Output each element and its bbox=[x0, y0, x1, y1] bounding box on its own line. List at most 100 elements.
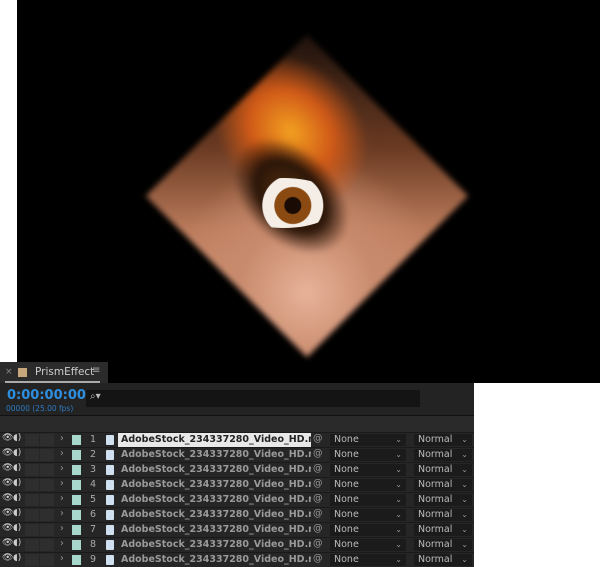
layer-row[interactable]: 👁 ◖) › 7 AdobeStock_234337280_Video_HD.m… bbox=[0, 522, 474, 537]
solo-toggle[interactable] bbox=[25, 479, 39, 491]
track-matte-dropdown[interactable]: None ⌄ bbox=[330, 479, 406, 491]
layer-row[interactable]: 👁 ◖) › 3 AdobeStock_234337280_Video_HD.m… bbox=[0, 462, 474, 477]
expand-chevron-icon[interactable]: › bbox=[60, 463, 64, 474]
visibility-eye-icon[interactable]: 👁 bbox=[2, 493, 13, 503]
blend-mode-dropdown[interactable]: Normal ⌄ bbox=[414, 449, 472, 461]
layer-row[interactable]: 👁 ◖) › 1 AdobeStock_234337280_Video_HD.m… bbox=[0, 432, 474, 447]
expand-chevron-icon[interactable]: › bbox=[60, 553, 64, 564]
lock-toggle[interactable] bbox=[40, 464, 54, 476]
track-matte-dropdown[interactable]: None ⌄ bbox=[330, 524, 406, 536]
visibility-eye-icon[interactable]: 👁 bbox=[2, 448, 13, 458]
layer-row[interactable]: 👁 ◖) › 6 AdobeStock_234337280_Video_HD.m… bbox=[0, 507, 474, 522]
pickwhip-icon[interactable]: @ bbox=[313, 553, 323, 564]
visibility-eye-icon[interactable]: 👁 bbox=[2, 478, 13, 488]
layer-name[interactable]: AdobeStock_234337280_Video_HD.mp4 bbox=[118, 448, 311, 462]
expand-chevron-icon[interactable]: › bbox=[60, 493, 64, 504]
layer-name[interactable]: AdobeStock_234337280_Video_HD.mp4 bbox=[118, 508, 311, 522]
blend-mode-dropdown[interactable]: Normal ⌄ bbox=[414, 464, 472, 476]
menu-icon[interactable]: ≡ bbox=[92, 365, 100, 376]
blend-mode-dropdown[interactable]: Normal ⌄ bbox=[414, 434, 472, 446]
pickwhip-icon[interactable]: @ bbox=[313, 478, 323, 489]
label-color[interactable] bbox=[72, 525, 81, 535]
track-matte-dropdown[interactable]: None ⌄ bbox=[330, 554, 406, 566]
audio-icon[interactable]: ◖) bbox=[13, 478, 21, 488]
lock-toggle[interactable] bbox=[40, 509, 54, 521]
composition-viewer[interactable] bbox=[17, 0, 600, 383]
lock-toggle[interactable] bbox=[40, 524, 54, 536]
expand-chevron-icon[interactable]: › bbox=[60, 433, 64, 444]
visibility-eye-icon[interactable]: 👁 bbox=[2, 463, 13, 473]
close-icon[interactable]: × bbox=[5, 367, 13, 377]
pickwhip-icon[interactable]: @ bbox=[313, 493, 323, 504]
layer-row[interactable]: 👁 ◖) › 8 AdobeStock_234337280_Video_HD.m… bbox=[0, 537, 474, 552]
layer-row[interactable]: 👁 ◖) › 4 AdobeStock_234337280_Video_HD.m… bbox=[0, 477, 474, 492]
blend-mode-dropdown[interactable]: Normal ⌄ bbox=[414, 539, 472, 551]
layer-row[interactable]: 👁 ◖) › 5 AdobeStock_234337280_Video_HD.m… bbox=[0, 492, 474, 507]
solo-toggle[interactable] bbox=[25, 494, 39, 506]
expand-chevron-icon[interactable]: › bbox=[60, 538, 64, 549]
layer-name[interactable]: AdobeStock_234337280_Video_HD.mp4 bbox=[118, 463, 311, 477]
track-matte-dropdown[interactable]: None ⌄ bbox=[330, 539, 406, 551]
blend-mode-dropdown[interactable]: Normal ⌄ bbox=[414, 509, 472, 521]
audio-icon[interactable]: ◖) bbox=[13, 448, 21, 458]
track-matte-dropdown[interactable]: None ⌄ bbox=[330, 434, 406, 446]
label-color[interactable] bbox=[72, 540, 81, 550]
timecode[interactable]: 0:00:00:00 bbox=[7, 388, 86, 403]
tab-prismeffect[interactable]: × PrismEffect ≡ bbox=[0, 362, 108, 383]
pickwhip-icon[interactable]: @ bbox=[313, 508, 323, 519]
layer-name[interactable]: AdobeStock_234337280_Video_HD.mp4 bbox=[118, 493, 311, 507]
layer-name[interactable]: AdobeStock_234337280_Video_HD.mp4 bbox=[118, 478, 311, 492]
lock-toggle[interactable] bbox=[40, 434, 54, 446]
solo-toggle[interactable] bbox=[25, 434, 39, 446]
label-color[interactable] bbox=[72, 555, 81, 565]
solo-toggle[interactable] bbox=[25, 464, 39, 476]
pickwhip-icon[interactable]: @ bbox=[313, 538, 323, 549]
label-color[interactable] bbox=[72, 480, 81, 490]
visibility-eye-icon[interactable]: 👁 bbox=[2, 553, 13, 563]
layer-name[interactable]: AdobeStock_234337280_Video_HD.mp4 bbox=[118, 553, 311, 567]
lock-toggle[interactable] bbox=[40, 539, 54, 551]
track-matte-dropdown[interactable]: None ⌄ bbox=[330, 509, 406, 521]
expand-chevron-icon[interactable]: › bbox=[60, 508, 64, 519]
audio-icon[interactable]: ◖) bbox=[13, 433, 21, 443]
track-matte-dropdown[interactable]: None ⌄ bbox=[330, 464, 406, 476]
lock-toggle[interactable] bbox=[40, 494, 54, 506]
layer-name[interactable]: AdobeStock_234337280_Video_HD.mp4 bbox=[118, 523, 311, 537]
solo-toggle[interactable] bbox=[25, 524, 39, 536]
solo-toggle[interactable] bbox=[25, 554, 39, 566]
audio-icon[interactable]: ◖) bbox=[13, 463, 21, 473]
pickwhip-icon[interactable]: @ bbox=[313, 448, 323, 459]
visibility-eye-icon[interactable]: 👁 bbox=[2, 523, 13, 533]
label-color[interactable] bbox=[72, 465, 81, 475]
expand-chevron-icon[interactable]: › bbox=[60, 523, 64, 534]
blend-mode-dropdown[interactable]: Normal ⌄ bbox=[414, 554, 472, 566]
expand-chevron-icon[interactable]: › bbox=[60, 448, 64, 459]
layer-row[interactable]: 👁 ◖) › 2 AdobeStock_234337280_Video_HD.m… bbox=[0, 447, 474, 462]
lock-toggle[interactable] bbox=[40, 449, 54, 461]
pickwhip-icon[interactable]: @ bbox=[313, 463, 323, 474]
label-color[interactable] bbox=[72, 510, 81, 520]
label-color[interactable] bbox=[72, 450, 81, 460]
audio-icon[interactable]: ◖) bbox=[13, 523, 21, 533]
audio-icon[interactable]: ◖) bbox=[13, 508, 21, 518]
layer-row[interactable]: 👁 ◖) › 9 AdobeStock_234337280_Video_HD.m… bbox=[0, 552, 474, 567]
visibility-eye-icon[interactable]: 👁 bbox=[2, 538, 13, 548]
audio-icon[interactable]: ◖) bbox=[13, 538, 21, 548]
label-color[interactable] bbox=[72, 435, 81, 445]
solo-toggle[interactable] bbox=[25, 509, 39, 521]
audio-icon[interactable]: ◖) bbox=[13, 493, 21, 503]
layer-name[interactable]: AdobeStock_234337280_Video_HD.mp4 bbox=[118, 538, 311, 552]
visibility-eye-icon[interactable]: 👁 bbox=[2, 433, 13, 443]
track-matte-dropdown[interactable]: None ⌄ bbox=[330, 449, 406, 461]
lock-toggle[interactable] bbox=[40, 479, 54, 491]
layer-name[interactable]: AdobeStock_234337280_Video_HD.mp4 bbox=[118, 433, 311, 447]
blend-mode-dropdown[interactable]: Normal ⌄ bbox=[414, 524, 472, 536]
audio-icon[interactable]: ◖) bbox=[13, 553, 21, 563]
visibility-eye-icon[interactable]: 👁 bbox=[2, 508, 13, 518]
search-input[interactable]: ⌕▾ bbox=[86, 390, 420, 407]
solo-toggle[interactable] bbox=[25, 449, 39, 461]
blend-mode-dropdown[interactable]: Normal ⌄ bbox=[414, 479, 472, 491]
label-color[interactable] bbox=[72, 495, 81, 505]
track-matte-dropdown[interactable]: None ⌄ bbox=[330, 494, 406, 506]
solo-toggle[interactable] bbox=[25, 539, 39, 551]
